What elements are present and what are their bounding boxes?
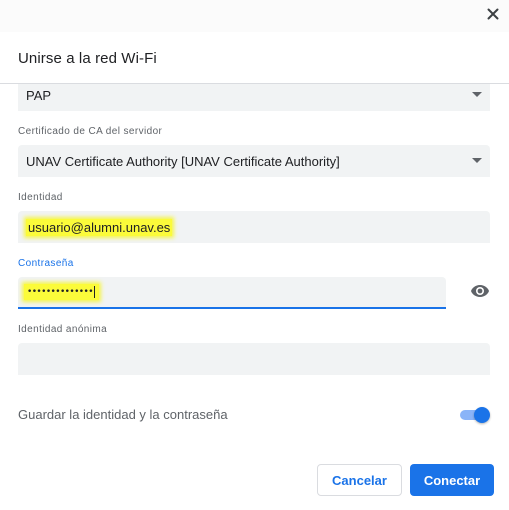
- toggle-knob: [474, 407, 490, 423]
- ca-certificate-label: Certificado de CA del servidor: [18, 126, 163, 137]
- identity-value: usuario@alumni.unav.es: [26, 218, 173, 236]
- eap-method-value: PAP: [26, 87, 52, 103]
- ca-certificate-select[interactable]: UNAV Certificate Authority [UNAV Certifi…: [18, 145, 490, 177]
- wifi-join-dialog: Unirse a la red Wi-Fi PAP Certificado de…: [0, 0, 509, 510]
- close-icon: [487, 7, 499, 25]
- password-input[interactable]: ••••••••••••••: [18, 277, 446, 309]
- show-password-button[interactable]: [470, 283, 490, 303]
- save-credentials-label: Guardar la identidad y la contraseña: [18, 407, 228, 422]
- close-button[interactable]: [484, 7, 502, 25]
- text-cursor: [93, 285, 95, 298]
- anonymous-identity-label: Identidad anónima: [18, 324, 108, 335]
- identity-label: Identidad: [18, 192, 63, 203]
- anonymous-identity-input[interactable]: [18, 343, 490, 375]
- eye-icon: [470, 284, 490, 303]
- dialog-title: Unirse a la red Wi-Fi: [18, 50, 157, 67]
- cancel-button[interactable]: Cancelar: [317, 464, 402, 496]
- ca-certificate-value: UNAV Certificate Authority [UNAV Certifi…: [26, 153, 340, 169]
- password-label: Contraseña: [18, 258, 74, 269]
- identity-input[interactable]: usuario@alumni.unav.es: [18, 211, 490, 243]
- header-divider-overlay: [0, 83, 509, 84]
- save-credentials-toggle[interactable]: [458, 406, 492, 424]
- chevron-down-icon: [472, 92, 482, 97]
- password-value: ••••••••••••••: [24, 284, 99, 300]
- chevron-down-icon: [472, 158, 482, 163]
- connect-button[interactable]: Conectar: [410, 464, 494, 496]
- dialog-top-bar: [0, 0, 509, 32]
